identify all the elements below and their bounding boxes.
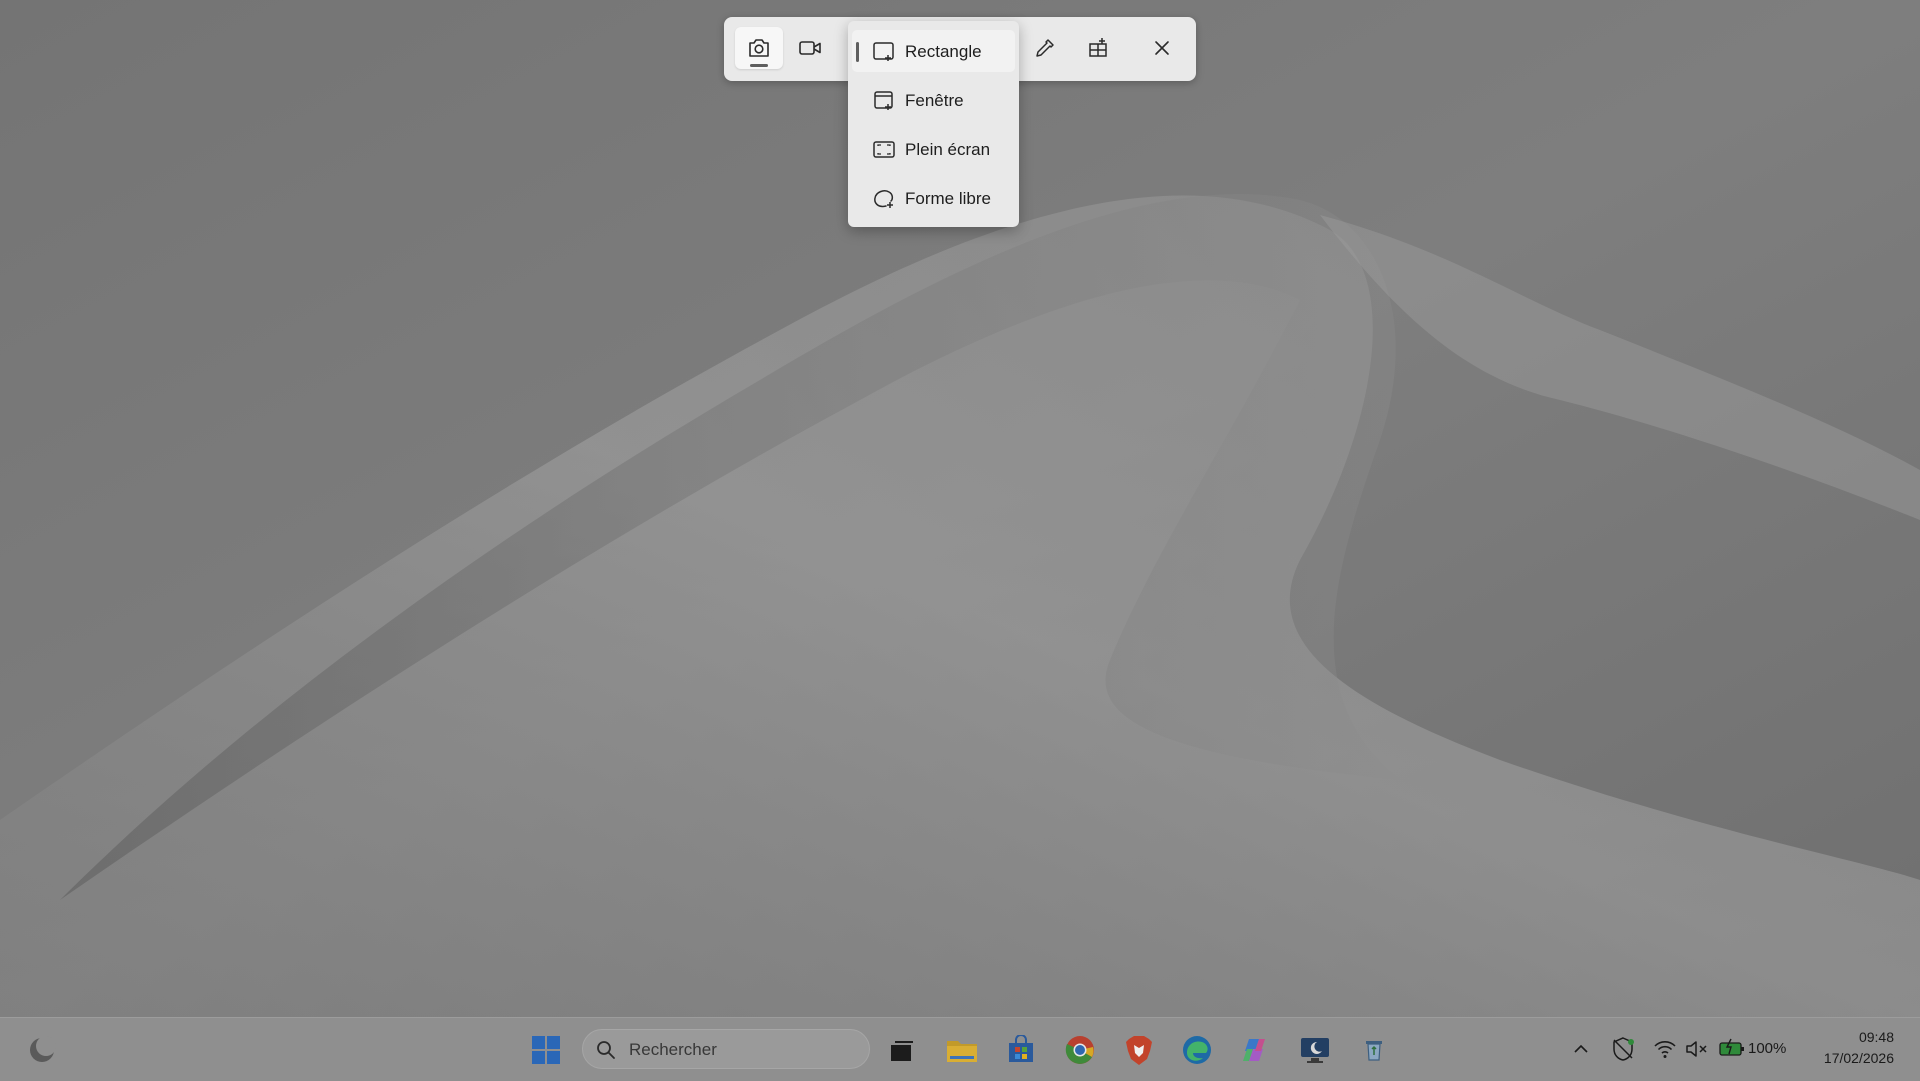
clock[interactable]: 09:48 17/02/2026 [1824,1027,1894,1069]
menu-item-fullscreen[interactable]: Plein écran [852,128,1015,170]
show-hidden-icons-button[interactable] [1568,1036,1594,1062]
copilot-icon [1243,1039,1265,1061]
menu-item-freeform[interactable]: Forme libre [852,177,1015,219]
volume-button[interactable] [1684,1036,1710,1062]
add-grid-icon [1089,38,1107,57]
snip-mode-menu: Rectangle Fenêtre Plein écran Forme libr… [848,21,1019,227]
recycle-button[interactable] [1356,1032,1392,1068]
camera-icon [749,39,769,57]
weather-moon-icon [30,1036,56,1062]
start-button[interactable] [528,1032,564,1068]
widgets-button[interactable] [26,1034,58,1066]
remote-desktop-icon [1301,1038,1329,1063]
menu-item-label: Rectangle [905,42,982,61]
task-view-button[interactable] [884,1032,920,1068]
task-view-icon [891,1041,913,1061]
edge-button[interactable] [1179,1032,1215,1068]
taskbar: Rechercher 100% 09:48 17/02/2026 [0,1017,1920,1081]
no-network-shield-icon [1613,1037,1634,1061]
wifi-icon [1654,1041,1676,1058]
remote-desktop-button[interactable] [1297,1032,1333,1068]
desktop[interactable]: Rectangle Fenêtre Plein écran Forme libr… [0,0,1920,1017]
search-placeholder: Rechercher [629,1040,717,1059]
brave-button[interactable] [1121,1032,1157,1068]
menu-item-label: Plein écran [905,140,991,159]
text-actions-button[interactable] [1074,27,1122,69]
menu-item-label: Fenêtre [905,91,964,110]
taskbar-search[interactable]: Rechercher [582,1029,870,1069]
brave-icon [1126,1036,1152,1065]
color-picker-button[interactable] [1021,27,1069,69]
volume-muted-icon [1686,1041,1707,1057]
eyedropper-icon [1036,39,1054,57]
screenshot-mode-button[interactable] [735,27,783,69]
rectangle-snip-icon [873,42,894,61]
chrome-button[interactable] [1062,1032,1098,1068]
copilot-button[interactable] [1238,1032,1274,1068]
store-button[interactable] [1003,1032,1039,1068]
battery-charging-icon [1719,1038,1744,1056]
close-icon [1155,41,1169,55]
recycle-icon [1366,1041,1382,1061]
edge-icon [1183,1036,1211,1064]
window-snip-icon [874,91,893,110]
fullscreen-snip-icon [873,141,895,158]
search-icon [597,1041,615,1059]
close-button[interactable] [1138,27,1186,69]
video-mode-button[interactable] [786,27,834,69]
freeform-snip-icon [874,190,894,208]
menu-item-window[interactable]: Fenêtre [852,79,1015,121]
clock-date: 17/02/2026 [1823,1050,1894,1066]
clock-time: 09:48 [1858,1029,1894,1045]
chrome-icon [1065,1036,1094,1064]
active-indicator [750,64,768,67]
selection-indicator [856,42,859,62]
store-icon [1009,1035,1033,1062]
tray-app-button[interactable] [1608,1034,1638,1064]
start-icon [532,1036,560,1064]
wifi-button[interactable] [1652,1036,1678,1062]
video-camera-icon [799,41,821,55]
menu-item-label: Forme libre [905,189,991,208]
file-explorer-icon [947,1041,977,1062]
battery-percent: 100% [1748,1040,1787,1057]
chevron-up-icon [1574,1044,1588,1053]
file-explorer-button[interactable] [944,1032,980,1068]
menu-item-rectangle[interactable]: Rectangle [852,30,1015,72]
battery-button[interactable] [1718,1034,1746,1062]
